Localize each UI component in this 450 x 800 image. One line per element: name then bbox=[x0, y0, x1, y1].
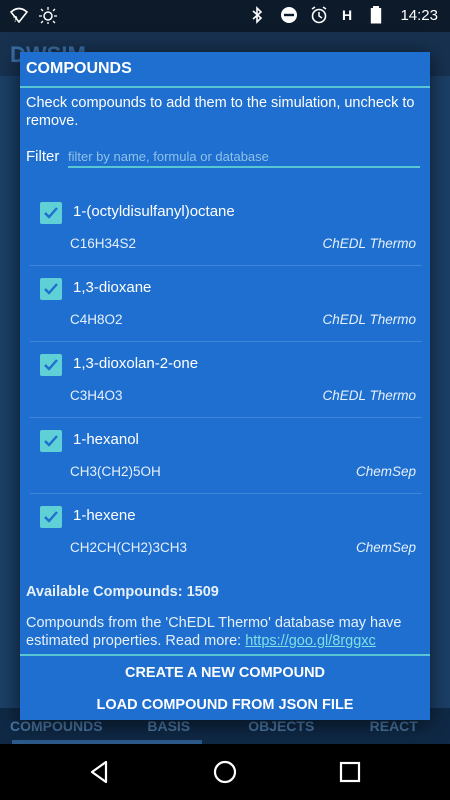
compound-source: ChemSep bbox=[355, 464, 416, 479]
status-time: 14:23 bbox=[400, 6, 438, 24]
dialog-title: COMPOUNDS bbox=[26, 60, 132, 77]
checkmark-icon bbox=[44, 435, 58, 447]
compound-formula: CH3(CH2)5OH bbox=[70, 464, 161, 479]
button-divider bbox=[20, 654, 430, 656]
compound-name: 1,3-dioxolan-2-one bbox=[73, 355, 199, 372]
svg-text:?: ? bbox=[13, 15, 18, 24]
list-item[interactable]: 1-hexanol CH3(CH2)5OH ChemSep bbox=[30, 418, 422, 494]
compound-name: 1-hexene bbox=[73, 507, 136, 524]
compound-formula: C3H4O3 bbox=[70, 388, 123, 403]
checkmark-icon bbox=[44, 359, 58, 371]
compound-name: 1-hexanol bbox=[73, 431, 139, 448]
signal-h-icon: H bbox=[340, 6, 358, 24]
svg-text:H: H bbox=[342, 7, 352, 23]
list-item[interactable]: 1,3-dioxolan-2-one C3H4O3 ChEDL Thermo bbox=[30, 342, 422, 418]
list-item[interactable]: 1,3-dioxane C4H8O2 ChEDL Thermo bbox=[30, 266, 422, 342]
list-item[interactable]: 1-hexene CH2CH(CH2)3CH3 ChemSep bbox=[30, 494, 422, 570]
list-item[interactable]: 1-(octyldisulfanyl)octane C16H34S2 ChEDL… bbox=[30, 190, 422, 266]
database-note: Compounds from the 'ChEDL Thermo' databa… bbox=[26, 614, 426, 650]
home-icon[interactable] bbox=[211, 758, 239, 786]
checkmark-icon bbox=[44, 511, 58, 523]
compounds-dialog: COMPOUNDS Check compounds to add them to… bbox=[20, 52, 430, 720]
checkmark-icon bbox=[44, 207, 58, 219]
checkmark-icon bbox=[44, 283, 58, 295]
sun-alert-icon bbox=[38, 6, 57, 24]
navigation-bar bbox=[0, 744, 450, 800]
read-more-link[interactable]: https://goo.gl/8rggxc bbox=[245, 633, 376, 649]
recents-icon[interactable] bbox=[336, 758, 364, 786]
compound-checkbox[interactable] bbox=[40, 278, 62, 300]
compound-formula: CH2CH(CH2)3CH3 bbox=[70, 540, 188, 555]
compound-checkbox[interactable] bbox=[40, 430, 62, 452]
dialog-title-divider bbox=[20, 86, 430, 88]
filter-input[interactable] bbox=[68, 146, 420, 168]
dialog-instructions: Check compounds to add them to the simul… bbox=[26, 95, 415, 129]
compound-source: ChemSep bbox=[355, 540, 416, 555]
back-icon[interactable] bbox=[86, 758, 114, 786]
compound-formula: C4H8O2 bbox=[70, 312, 123, 327]
compound-checkbox[interactable] bbox=[40, 354, 62, 376]
do-not-disturb-icon bbox=[280, 6, 298, 24]
compound-name: 1,3-dioxane bbox=[73, 279, 152, 296]
compound-name: 1-(octyldisulfanyl)octane bbox=[73, 203, 235, 220]
create-new-compound-button[interactable]: CREATE A NEW COMPOUND bbox=[20, 658, 430, 688]
available-compounds-count: Available Compounds: 1509 bbox=[26, 584, 219, 600]
alarm-icon bbox=[310, 6, 328, 24]
compound-source: ChEDL Thermo bbox=[322, 312, 416, 327]
compound-list: 1-(octyldisulfanyl)octane C16H34S2 ChEDL… bbox=[30, 190, 422, 570]
compound-checkbox[interactable] bbox=[40, 202, 62, 224]
compound-formula: C16H34S2 bbox=[70, 236, 137, 251]
wifi-question-icon: ? bbox=[9, 6, 29, 24]
compound-source: ChEDL Thermo bbox=[322, 388, 416, 403]
compound-checkbox[interactable] bbox=[40, 506, 62, 528]
bluetooth-icon bbox=[250, 6, 268, 24]
compound-source: ChEDL Thermo bbox=[322, 236, 416, 251]
status-bar: ? H 14:23 bbox=[0, 0, 450, 32]
filter-label: Filter bbox=[26, 148, 60, 165]
load-compound-json-button[interactable]: LOAD COMPOUND FROM JSON FILE bbox=[20, 690, 430, 720]
battery-icon bbox=[370, 6, 388, 24]
